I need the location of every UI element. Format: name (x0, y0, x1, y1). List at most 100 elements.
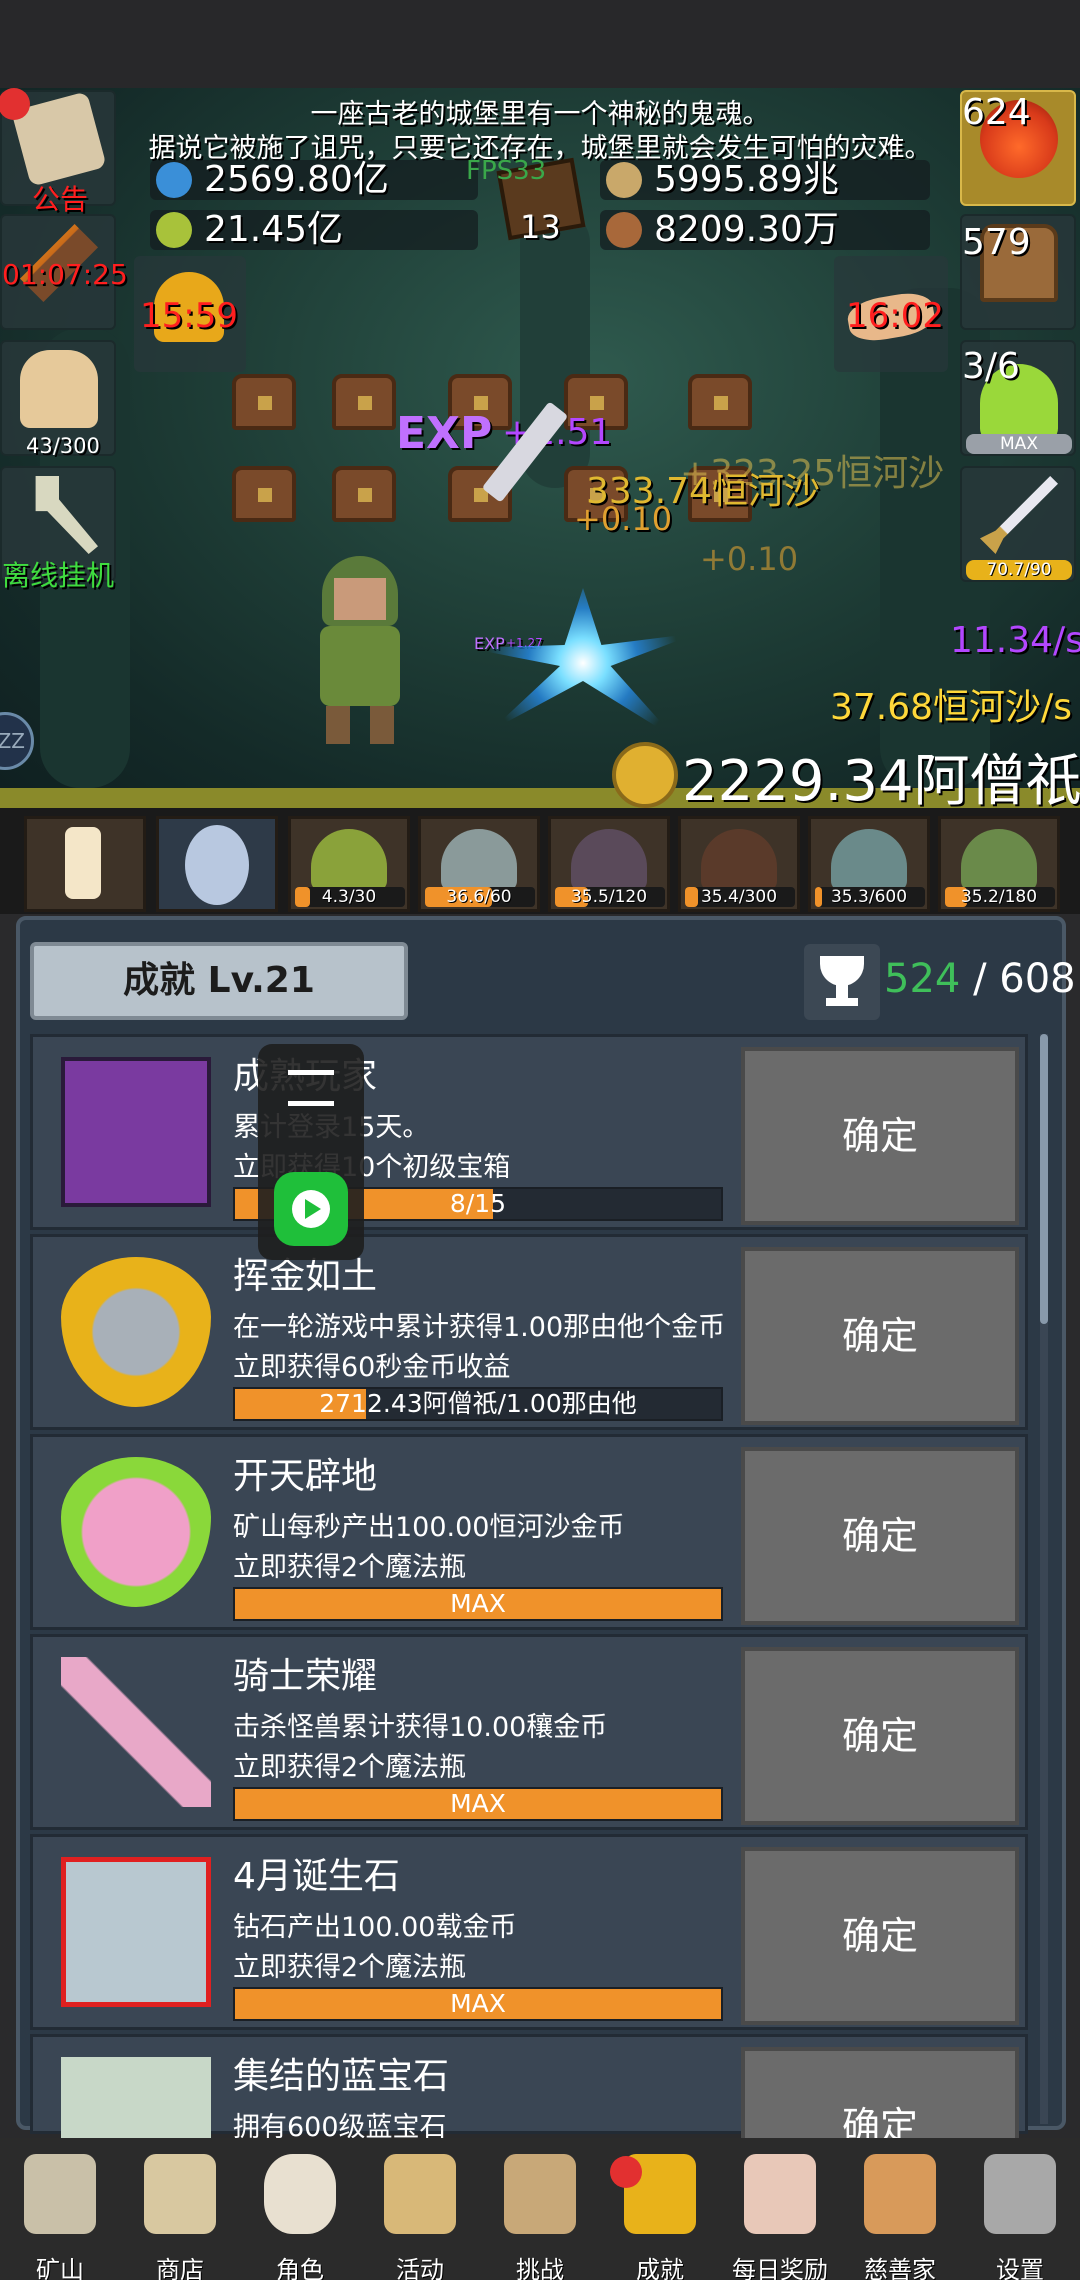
nav-settings[interactable]: 设置 (960, 2148, 1080, 2280)
nav-label: 慈善家 (864, 2256, 936, 2280)
achievement-progress-bar: 2712.43阿僧祇/1.00那由他 (233, 1387, 723, 1421)
nav-mine[interactable]: 矿山 (0, 2148, 120, 2280)
candy-event[interactable]: 16:02 (834, 256, 948, 372)
achievement-row: 集结的蓝宝石 拥有600级蓝宝石 确定 (30, 2034, 1028, 2207)
nav-label: 矿山 (36, 2256, 84, 2280)
chest-button[interactable]: 579 (960, 214, 1076, 330)
zombie-monster-icon (441, 829, 517, 891)
potion-amount: 2569.80亿 (204, 159, 389, 200)
achievement-row: 4月诞生石 钻石产出100.00载金币 立即获得2个魔法瓶 MAX 确定 (30, 1834, 1028, 2030)
status-bar (0, 0, 1080, 88)
potion-shop-button[interactable]: 624 (960, 90, 1076, 206)
slot-progress-label: 35.3/600 (830, 887, 908, 907)
flask-amount: 21.45亿 (204, 209, 344, 250)
achievement-progress-label: MAX (450, 1989, 506, 2018)
mine-chest[interactable] (232, 374, 296, 430)
game-screen: 一座古老的城堡里有一个神秘的鬼魂。 据说它被施了诅咒，只要它还存在，城堡里就会发… (0, 0, 1080, 2280)
sword-button[interactable]: 70.7/90 (960, 466, 1076, 582)
potion-resource: 2569.80亿 (150, 160, 478, 200)
gold-float-small-1: +0.10 (574, 500, 673, 538)
confirm-button[interactable]: 确定 (741, 1247, 1019, 1425)
mine-chest[interactable] (232, 466, 296, 522)
spider-monster-icon (701, 829, 777, 891)
floating-widget[interactable] (258, 1044, 364, 1260)
nav-label: 活动 (396, 2256, 444, 2280)
achievement-description: 击杀怪兽累计获得10.00穰金币 (233, 1712, 608, 1743)
scrollbar-thumb[interactable] (1040, 1034, 1048, 1324)
egg-slot[interactable] (156, 816, 278, 912)
ghost-monster-icon (831, 829, 907, 891)
slime-button[interactable]: 3/6 MAX (960, 340, 1076, 456)
mine-chest[interactable] (332, 466, 396, 522)
candle-icon (65, 827, 101, 899)
hero-character (312, 556, 408, 746)
coin-amount: 5995.89兆 (654, 159, 839, 200)
candle-slot[interactable] (24, 816, 146, 912)
key-icon (35, 476, 98, 554)
seed-resource: 8209.30万 (600, 210, 930, 250)
nav-character[interactable]: 角色 (240, 2148, 360, 2280)
confirm-button[interactable]: 确定 (741, 1847, 1019, 2025)
slime-monster-slot[interactable]: 4.3/30 (288, 816, 410, 912)
mine-chest[interactable] (332, 374, 396, 430)
achievement-separator: / (973, 956, 987, 1002)
bread-button[interactable]: 43/300 (0, 340, 116, 458)
player-avatar-icon (61, 1057, 211, 1207)
book-count: 13 (520, 208, 561, 246)
achievement-nav-badge (610, 2156, 642, 2188)
offline-button[interactable]: 离线挂机 (0, 466, 116, 592)
mine-chest[interactable] (688, 374, 752, 430)
slot-progress-label: 35.5/120 (570, 887, 648, 907)
nav-activity[interactable]: 活动 (360, 2148, 480, 2280)
mine-nav-icon (24, 2154, 96, 2234)
achievement-row: 骑士荣耀 击杀怪兽累计获得10.00穰金币 立即获得2个魔法瓶 MAX 确定 (30, 1634, 1028, 1830)
achievement-total: 608 (999, 956, 1076, 1002)
torch-timer: 01:07:25 (2, 258, 128, 291)
left-event-timer: 15:59 (140, 296, 238, 336)
achievement-reward: 立即获得2个魔法瓶 (233, 1552, 467, 1583)
confirm-button[interactable]: 确定 (741, 1447, 1019, 1625)
gold-coin-icon (612, 742, 678, 808)
potion-count: 624 (962, 92, 1031, 133)
confirm-button[interactable]: 确定 (741, 1647, 1019, 1825)
gold-rate: 37.68恒河沙/s (830, 687, 1072, 728)
nav-label: 每日奖励 (732, 2256, 828, 2280)
shield-icon (61, 1257, 211, 1407)
spider-monster-slot[interactable]: 35.4/300 (678, 816, 800, 912)
slot-progress-label: 35.4/300 (700, 887, 778, 907)
bat-monster-slot[interactable]: 35.5/120 (548, 816, 670, 912)
zombie-monster-slot[interactable]: 36.6/60 (418, 816, 540, 912)
activity-nav-icon (384, 2154, 456, 2234)
diamond-icon (61, 1857, 211, 2007)
bat-monster-icon (571, 829, 647, 891)
blue-potion-icon (156, 162, 192, 198)
achievement-progress-label: 2712.43阿僧祇/1.00那由他 (319, 1389, 637, 1418)
achievement-reward: 立即获得2个魔法瓶 (233, 1752, 467, 1783)
confirm-button[interactable]: 确定 (741, 2047, 1019, 2143)
achievement-row: 开天辟地 矿山每秒产出100.00恒河沙金币 立即获得2个魔法瓶 MAX 确定 (30, 1434, 1028, 1630)
nav-philanthropist[interactable]: 慈善家 (840, 2148, 960, 2280)
green-flask-icon (156, 212, 192, 248)
coin-resource: 5995.89兆 (600, 160, 930, 200)
offline-label: 离线挂机 (2, 559, 115, 592)
menu-icon (288, 1070, 334, 1106)
achievement-description: 矿山每秒产出100.00恒河沙金币 (233, 1512, 625, 1543)
notice-label: 公告 (32, 183, 89, 216)
exp-rate: 11.34/s (950, 620, 1080, 661)
achievement-level-title: 成就 Lv.21 (30, 942, 408, 1020)
trophy-icon (804, 944, 880, 1020)
coin-icon (606, 162, 642, 198)
gold-float-small-2: +0.10 (700, 540, 799, 578)
confirm-button[interactable]: 确定 (741, 1047, 1019, 1225)
sleep-label: ZZ (0, 729, 25, 753)
goblin-monster-slot[interactable]: 35.2/180 (938, 816, 1060, 912)
torch-button[interactable]: 01:07:25 (0, 214, 128, 330)
golden-chest-event[interactable]: 15:59 (134, 256, 246, 372)
nav-daily-reward[interactable]: 每日奖励 (720, 2148, 840, 2280)
nav-shop[interactable]: 商店 (120, 2148, 240, 2280)
challenge-nav-icon (504, 2154, 576, 2234)
nav-label: 角色 (276, 2256, 324, 2280)
ghost-monster-slot[interactable]: 35.3/600 (808, 816, 930, 912)
nav-challenge[interactable]: 挑战 (480, 2148, 600, 2280)
slot-progress-label: 35.2/180 (960, 887, 1038, 907)
